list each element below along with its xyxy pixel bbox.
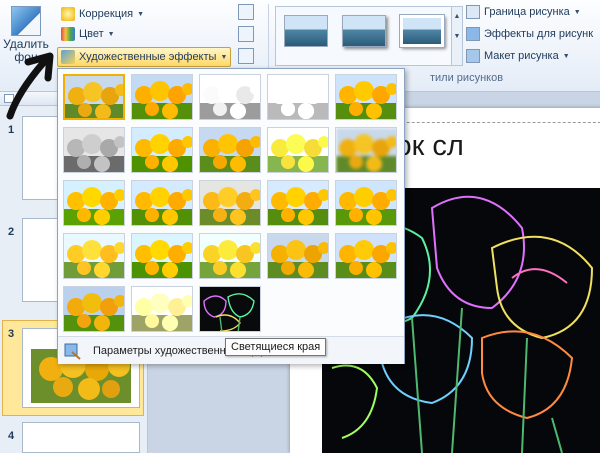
effect-preview (64, 128, 124, 172)
color-button[interactable]: Цвет ▼ (58, 25, 118, 43)
effect-preview (336, 181, 396, 225)
effect-preview (200, 287, 260, 331)
effect-preview (200, 234, 260, 278)
effect-preview (65, 76, 123, 118)
effect-tile-light-screen[interactable] (267, 127, 329, 173)
artistic-effects-menu: Параметры художественных эффектов... (57, 68, 405, 364)
slide-number: 2 (8, 226, 15, 238)
picture-styles-gallery (275, 6, 453, 66)
effect-preview (132, 181, 192, 225)
effect-preview (64, 181, 124, 225)
effect-preview (200, 181, 260, 225)
effect-preview (336, 128, 396, 172)
color-label: Цвет (79, 28, 104, 40)
effect-preview (132, 75, 192, 119)
correction-button[interactable]: Коррекция ▼ (58, 5, 147, 23)
picture-border-button[interactable]: Граница рисунка ▼ (466, 5, 581, 19)
slide-thumbnail[interactable] (22, 422, 140, 453)
effect-preview (132, 234, 192, 278)
effect-preview (268, 75, 328, 119)
picture-style-thumb[interactable] (284, 15, 328, 47)
effect-preview (64, 234, 124, 278)
slide-number: 1 (8, 124, 15, 136)
sun-icon (61, 7, 75, 21)
effect-preview (336, 234, 396, 278)
effect-preview (336, 75, 396, 119)
picture-layout-label: Макет рисунка (484, 50, 559, 62)
border-icon (466, 5, 480, 19)
effect-preview (132, 128, 192, 172)
annotation-arrow-icon (6, 52, 54, 120)
artistic-effects-label: Художественные эффекты (79, 51, 217, 63)
effect-tile-blur[interactable] (335, 127, 397, 173)
effect-tile-paint-strokes[interactable] (131, 127, 193, 173)
effect-tile-cement[interactable] (199, 180, 261, 226)
effect-preview (268, 128, 328, 172)
gallery-scroll-buttons[interactable]: ▲ ▼ (451, 6, 463, 66)
effect-tile-glow-edges[interactable] (199, 286, 261, 332)
effect-tile-mosaic-bubbles[interactable] (63, 180, 125, 226)
picture-effects-button[interactable]: Эффекты для рисунк (466, 27, 593, 41)
effect-preview (64, 287, 124, 331)
artistic-effects-button[interactable]: Художественные эффекты ▼ (57, 47, 232, 67)
chevron-down-icon: ▼ (562, 52, 570, 60)
compress-pictures-icon[interactable] (238, 4, 254, 20)
chevron-down-icon: ▼ (573, 8, 581, 16)
effect-preview (200, 75, 260, 119)
change-picture-icon[interactable] (238, 26, 254, 42)
picture-styles-group-label: тили рисунков (430, 72, 504, 84)
effect-tile-marker[interactable] (131, 74, 193, 120)
picture-border-label: Граница рисунка (484, 6, 570, 18)
remove-background-icon (11, 6, 41, 36)
picture-style-thumb[interactable] (342, 15, 386, 47)
color-icon (61, 27, 75, 41)
picture-effects-label: Эффекты для рисунк (484, 28, 594, 40)
effects-icon (466, 27, 480, 41)
effect-tile-none[interactable] (63, 74, 125, 120)
effect-preview (268, 234, 328, 278)
effect-preview (268, 181, 328, 225)
effect-tile-watercolor-sponge[interactable] (63, 286, 125, 332)
reset-picture-icon[interactable] (238, 48, 254, 64)
correction-label: Коррекция (79, 8, 134, 20)
effect-tile-glass[interactable] (131, 180, 193, 226)
effect-tile-pencil-sketch[interactable] (267, 74, 329, 120)
options-icon (64, 342, 82, 360)
chevron-down-icon: ▼ (220, 53, 228, 61)
layout-icon (466, 49, 480, 63)
effect-preview (132, 287, 192, 331)
tooltip-glow-edges: Светящиеся края (225, 338, 327, 356)
chevron-down-icon: ▼ (137, 10, 145, 18)
effect-tile-crumpled[interactable] (131, 286, 193, 332)
effect-tile-pencil-grayscale[interactable] (199, 74, 261, 120)
slide-number: 4 (8, 430, 15, 442)
effect-preview (200, 128, 260, 172)
effect-tile-crisscross-etching[interactable] (335, 180, 397, 226)
chevron-down-icon: ▼ (107, 30, 115, 38)
effect-tile-chalk-sketch[interactable] (63, 127, 125, 173)
effect-tile-cutout[interactable] (199, 233, 261, 279)
effect-tile-paint-brush[interactable] (199, 127, 261, 173)
slide-number: 3 (8, 328, 15, 340)
picture-style-thumb[interactable] (399, 14, 445, 48)
effect-tile-photocopy[interactable] (267, 233, 329, 279)
picture-layout-button[interactable]: Макет рисунка ▼ (466, 49, 570, 63)
effect-tile-pastels-smooth[interactable] (63, 233, 125, 279)
effect-tile-film-grain[interactable] (335, 233, 397, 279)
effect-tile-texturizer[interactable] (267, 180, 329, 226)
effect-tile-line-drawing[interactable] (335, 74, 397, 120)
effect-tile-plastic-wrap[interactable] (131, 233, 193, 279)
